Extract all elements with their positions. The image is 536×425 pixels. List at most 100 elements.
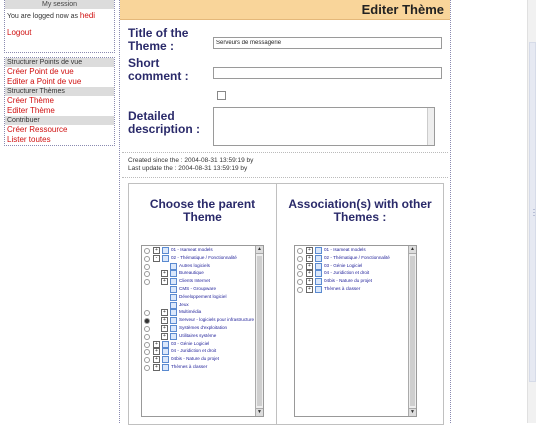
tree-row[interactable]: + Clients Internet [142,277,263,286]
tree-label[interactable]: Jeux [179,301,189,309]
tree-label[interactable]: 04bis - Nature du projet [324,277,372,285]
description-label-line2: description : [128,122,201,136]
tree-row[interactable]: +01 - Isameat models [295,246,416,254]
menu-link[interactable]: Créer Ressource [5,125,114,135]
title-input[interactable] [213,37,442,49]
tree-label[interactable]: 04bis - Nature du projet [171,355,219,363]
meta-info: Created since the : 2004-08-31 13:59:19 … [128,157,253,173]
sidebar: My session You are logged now as hedi Lo… [4,0,115,146]
comment-label: Short comment : [128,57,189,83]
menu-section-header: Structurer Points de vue [5,58,114,67]
scroll-down-icon[interactable]: ▼ [409,408,416,416]
tree-row[interactable]: + Bureautique [142,269,263,278]
expand-icon[interactable]: + [153,363,160,371]
tree-label[interactable]: Clients Internet [179,277,210,285]
logged-in-status: You are logged now as hedi [5,9,114,22]
tree-label[interactable]: Thèmes à classer [324,285,360,293]
tree-row[interactable]: + Multimédia [142,308,263,317]
scroll-up-icon[interactable]: ▲ [409,246,416,254]
title-bar: Editer Thème [120,0,450,20]
tree-label[interactable]: Bureautique [179,269,204,277]
association-tree[interactable]: +01 - Isameat models +02 - Thématique / F… [294,245,417,417]
tree-label[interactable]: Multimédia [179,308,201,316]
tree-row[interactable]: +02 - Thématique / Fonctionnalité [295,254,416,262]
tree-row[interactable]: CMS - Groupware [142,285,263,293]
menu-link[interactable]: Editer a Point de vue [5,77,114,87]
radio-button[interactable] [144,364,150,371]
tree-row[interactable]: Autres logiciels [142,262,263,270]
tree-label[interactable]: 03 - Génie Logiciel [171,340,209,348]
tree-label[interactable]: Utilitaires système [179,332,216,340]
scroll-thumb[interactable] [257,256,262,406]
browser-scroll-thumb[interactable] [529,42,536,382]
parent-theme-tree[interactable]: +01 - Isameat models -02 - Thématique / F… [141,245,264,417]
tree-label[interactable]: Serveur - logiciels pour infrastructure [179,316,254,324]
title-label: Title of the Theme : [128,27,188,53]
tree-row[interactable]: + Utilitaires système [142,332,263,340]
menu-link[interactable]: Lister toutes [5,135,114,145]
tree-row[interactable]: -02 - Thématique / Fonctionnalité [142,254,263,262]
divider-bottom [122,177,448,178]
tree-row[interactable]: +01 - Isameat models [142,246,263,254]
association-panel: Association(s) with other Themes : +01 -… [276,183,444,425]
tree-label[interactable]: Développement logiciel [179,293,227,301]
menu-link[interactable]: Créer Thème [5,96,114,106]
menu-link[interactable]: Editer Thème [5,106,114,116]
menu-link[interactable]: Créer Point de vue [5,67,114,77]
folder-icon [162,363,169,371]
tree-row[interactable]: +04 - Juridiction et droit [142,347,263,356]
tree-row[interactable]: +03 - Génie Logiciel [142,340,263,348]
tree-row[interactable]: + Thèmes à classer [142,363,263,371]
logged-prefix: You are logged now as [7,13,78,20]
scroll-down-icon[interactable]: ▼ [256,408,263,416]
divider-top [122,152,448,153]
tree-row[interactable]: + Systèmes d'exploitation [142,324,263,332]
description-textarea[interactable] [213,107,435,146]
comment-input[interactable] [213,67,442,79]
updated-date: Last update the : 2004-08-31 13:59:19 by [128,165,248,172]
session-box: My session You are logged now as hedi Lo… [4,0,115,53]
folder-icon [315,285,322,293]
tree-row[interactable]: + Serveur - logiciels pour infrastructure [142,316,263,325]
title-label-line2: Theme : [128,39,175,53]
logout-link[interactable]: Logout [5,22,114,37]
tree-label[interactable]: CMS - Groupware [179,285,216,293]
tree-row[interactable]: +04bis - Nature du projet [142,355,263,364]
tree-label[interactable]: 04 - Juridiction et droit [171,347,216,355]
tree-row[interactable]: + Thèmes à classer [295,285,416,293]
scroll-thumb[interactable] [410,256,415,406]
parent-panel-title: Choose the parent Theme [129,198,276,224]
username[interactable]: hedi [80,11,95,20]
checkbox[interactable] [217,91,226,100]
radio-button[interactable] [297,286,303,293]
tree-label[interactable]: Autres logiciels [179,262,210,270]
tree-label[interactable]: 02 - Thématique / Fonctionnalité [171,254,237,262]
tree-row[interactable]: +04 - Juridiction et droit [295,269,416,278]
description-scrollbar[interactable] [427,108,434,145]
tree-label[interactable]: Systèmes d'exploitation [179,324,227,332]
comment-label-line2: comment : [128,69,189,83]
tree-row[interactable]: Jeux [142,301,263,309]
association-tree-scrollbar[interactable]: ▲ ▼ [408,246,416,416]
main-panel: Editer Thème Title of the Theme : Short … [119,0,451,425]
browser-scrollbar[interactable] [527,0,536,423]
tree-row[interactable]: +03 - Génie Logiciel [295,262,416,270]
association-title-line2: Themes : [333,210,387,224]
tree-label[interactable]: 02 - Thématique / Fonctionnalité [324,254,390,262]
sidebar-menu: Structurer Points de vue Créer Point de v… [4,57,115,146]
tree-row[interactable]: Développement logiciel [142,293,263,301]
grip-line [533,209,535,210]
tree-label[interactable]: Thèmes à classer [171,363,207,371]
tree-row[interactable]: +04bis - Nature du projet [295,277,416,286]
parent-tree-scrollbar[interactable]: ▲ ▼ [255,246,263,416]
scroll-up-icon[interactable]: ▲ [256,246,263,254]
menu-section-header: Structurer Thèmes [5,87,114,96]
tree-label[interactable]: 01 - Isameat models [171,246,213,254]
expand-icon[interactable]: + [306,285,313,293]
tree-label[interactable]: 04 - Juridiction et droit [324,269,369,277]
parent-title-line2: Theme [183,210,222,224]
session-header: My session [5,0,114,9]
description-label: Detailed description : [128,110,200,136]
tree-label[interactable]: 03 - Génie Logiciel [324,262,362,270]
tree-label[interactable]: 01 - Isameat models [324,246,366,254]
